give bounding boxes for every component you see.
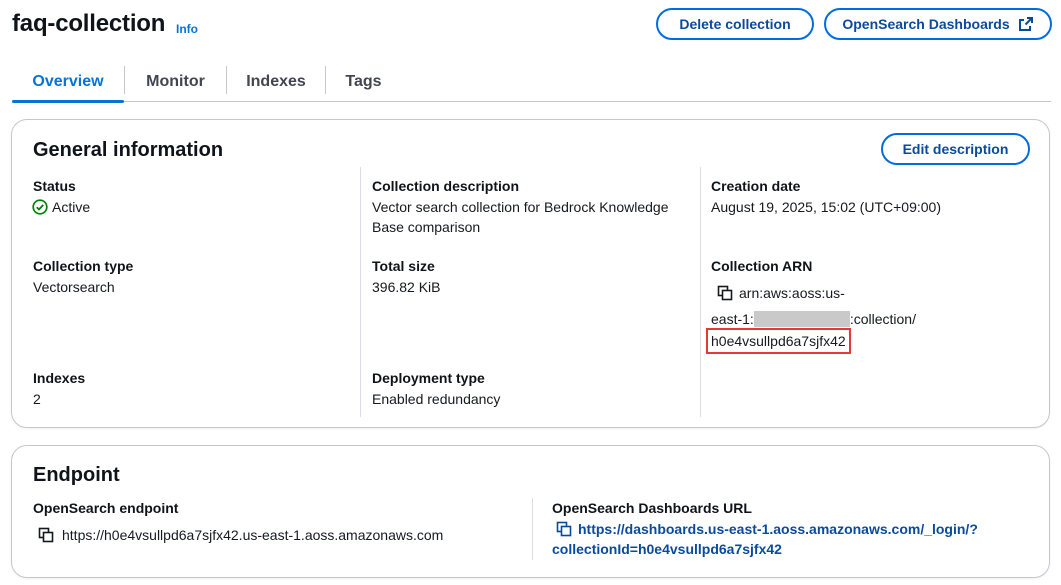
copy-icon[interactable] bbox=[556, 521, 572, 537]
edit-description-label: Edit description bbox=[902, 141, 1009, 157]
dashboards-url-row: https://dashboards.us-east-1.aoss.amazon… bbox=[552, 519, 978, 559]
status-text: Active bbox=[52, 199, 91, 215]
collection-arn-line2: east-1: :collection/ bbox=[711, 309, 916, 329]
delete-collection-button[interactable]: Delete collection bbox=[656, 8, 814, 40]
edit-description-button[interactable]: Edit description bbox=[881, 133, 1030, 165]
dashboards-url-label: OpenSearch Dashboards URL bbox=[552, 500, 752, 516]
tab-list: Overview Monitor Indexes Tags bbox=[12, 62, 1051, 103]
collection-arn-region: east-1: bbox=[711, 311, 754, 327]
opensearch-endpoint-label: OpenSearch endpoint bbox=[33, 500, 179, 516]
tab-overview[interactable]: Overview bbox=[12, 62, 124, 103]
creation-date-label: Creation date bbox=[711, 178, 801, 194]
dashboards-url-link-continued[interactable]: collectionId=h0e4vsullpd6a7sjfx42 bbox=[552, 539, 978, 559]
opensearch-endpoint-value: https://h0e4vsullpd6a7sjfx42.us-east-1.a… bbox=[62, 527, 444, 543]
status-label: Status bbox=[33, 178, 76, 194]
page-header: faq-collection Info Delete collection Op… bbox=[12, 8, 1052, 44]
page-title: faq-collection bbox=[12, 10, 166, 37]
column-divider bbox=[700, 167, 701, 417]
collection-arn-line1: arn:aws:aoss:us- bbox=[717, 283, 845, 303]
copy-icon[interactable] bbox=[717, 285, 733, 301]
external-link-icon bbox=[1018, 17, 1033, 31]
column-divider bbox=[532, 498, 533, 560]
deployment-type-value: Enabled redundancy bbox=[372, 391, 501, 407]
deployment-type-label: Deployment type bbox=[372, 370, 485, 386]
status-success-icon bbox=[32, 199, 48, 215]
info-link[interactable]: Info bbox=[176, 22, 198, 36]
general-information-title: General information bbox=[33, 139, 224, 161]
collection-description-label: Collection description bbox=[372, 178, 520, 194]
opensearch-endpoint-row: https://h0e4vsullpd6a7sjfx42.us-east-1.a… bbox=[38, 525, 443, 545]
delete-collection-label: Delete collection bbox=[679, 16, 791, 32]
collection-type-label: Collection type bbox=[33, 258, 134, 274]
redacted-account-id bbox=[753, 310, 850, 327]
collection-description-value: Vector search collection for Bedrock Kno… bbox=[372, 199, 669, 235]
collection-type-value: Vectorsearch bbox=[33, 279, 115, 295]
column-divider bbox=[360, 167, 361, 417]
copy-icon[interactable] bbox=[38, 527, 54, 543]
creation-date-value: August 19, 2025, 15:02 (UTC+09:00) bbox=[711, 199, 941, 215]
endpoint-card: Endpoint OpenSearch endpoint https://h0e… bbox=[11, 445, 1050, 578]
endpoint-title: Endpoint bbox=[33, 464, 120, 486]
status-value: Active bbox=[32, 197, 90, 217]
dashboards-url-link[interactable]: https://dashboards.us-east-1.aoss.amazon… bbox=[578, 519, 978, 539]
total-size-label: Total size bbox=[372, 258, 435, 274]
general-information-card: General information Edit description Sta… bbox=[11, 119, 1050, 428]
tab-monitor[interactable]: Monitor bbox=[125, 62, 226, 102]
indexes-label: Indexes bbox=[33, 370, 86, 386]
total-size-value: 396.82 KiB bbox=[372, 279, 441, 295]
opensearch-dashboards-button[interactable]: OpenSearch Dashboards bbox=[824, 8, 1052, 40]
tab-indexes[interactable]: Indexes bbox=[227, 62, 325, 102]
indexes-value: 2 bbox=[33, 391, 41, 407]
collection-arn-suffix: :collection/ bbox=[849, 311, 916, 327]
collection-id-highlight: h0e4vsullpd6a7sjfx42 bbox=[706, 328, 851, 354]
opensearch-dashboards-label: OpenSearch Dashboards bbox=[842, 16, 1010, 32]
collection-arn-label: Collection ARN bbox=[711, 258, 813, 274]
collection-arn-part1: arn:aws:aoss:us- bbox=[739, 285, 845, 301]
tab-tags[interactable]: Tags bbox=[326, 62, 401, 102]
collection-arn-line3: h0e4vsullpd6a7sjfx42 bbox=[706, 328, 851, 354]
